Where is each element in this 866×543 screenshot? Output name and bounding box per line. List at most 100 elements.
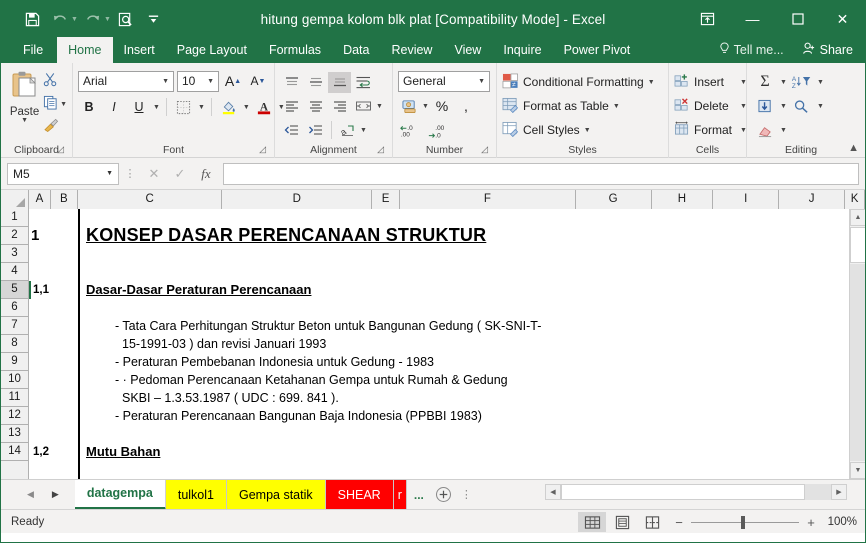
row-header-10[interactable]: 10 xyxy=(1,371,28,389)
sheet-tabs-overflow[interactable]: ... xyxy=(407,480,431,510)
accounting-format-button[interactable] xyxy=(398,96,420,117)
clipboard-dialog-launcher[interactable]: ◿ xyxy=(57,141,64,157)
cell-c7[interactable]: - Tata Cara Perhitungan Struktur Beton u… xyxy=(115,317,541,335)
sort-and-filter-dropdown-icon[interactable]: ▼ xyxy=(817,79,824,86)
format-cells-dropdown-icon[interactable]: ▼ xyxy=(740,127,747,134)
increase-decimal-button[interactable]: .0 .00 xyxy=(398,121,424,142)
font-size-dropdown-icon[interactable]: ▼ xyxy=(207,78,214,85)
font-name-combo[interactable]: Arial ▼ xyxy=(78,70,174,92)
zoom-in-button[interactable]: + xyxy=(806,515,816,530)
font-name-dropdown-icon[interactable]: ▼ xyxy=(162,78,169,85)
align-right-button[interactable] xyxy=(328,96,351,117)
collapse-ribbon-button[interactable]: ▲ xyxy=(848,142,859,154)
cell-a4[interactable] xyxy=(29,263,50,281)
orientation-button[interactable]: a xyxy=(336,120,359,141)
minimize-button[interactable]: — xyxy=(730,1,775,37)
autosum-button[interactable]: Σ xyxy=(752,72,778,93)
zoom-level-label[interactable]: 100% xyxy=(823,516,857,528)
share-button[interactable]: Share xyxy=(794,37,865,63)
fill-dropdown-icon[interactable]: ▼ xyxy=(780,103,787,110)
row-header-4[interactable]: 4 xyxy=(1,263,28,281)
ribbon-tab-insert[interactable]: Insert xyxy=(113,37,166,63)
find-and-select-button[interactable] xyxy=(789,96,815,117)
font-size-combo[interactable]: 10 ▼ xyxy=(177,70,219,92)
row-header-6[interactable]: 6 xyxy=(1,299,28,317)
page-layout-view-icon[interactable] xyxy=(608,512,636,532)
ribbon-tab-page-layout[interactable]: Page Layout xyxy=(166,37,258,63)
name-box[interactable]: M5 ▼ xyxy=(7,162,119,185)
format-painter-button[interactable] xyxy=(43,117,67,138)
underline-button[interactable]: U xyxy=(128,97,150,118)
increase-indent-button[interactable] xyxy=(304,120,327,141)
column-header-c[interactable]: C xyxy=(77,190,223,209)
close-button[interactable]: ✕ xyxy=(820,1,865,37)
sort-and-filter-button[interactable]: A Z xyxy=(789,72,815,93)
alignment-dialog-launcher[interactable]: ◿ xyxy=(377,141,384,157)
insert-cells-button[interactable]: Insert ▼ xyxy=(674,71,747,93)
cell-a14[interactable]: 1,2 xyxy=(31,443,52,461)
select-all-corner[interactable] xyxy=(1,190,29,209)
font-color-button[interactable]: A xyxy=(253,97,275,118)
cell-c11[interactable]: SKBI – 1.3.53.1987 ( UDC : 699. 841 ). xyxy=(122,389,339,407)
fill-button[interactable] xyxy=(752,96,778,117)
zoom-out-button[interactable]: − xyxy=(674,515,684,530)
ribbon-tab-formulas[interactable]: Formulas xyxy=(258,37,332,63)
find-and-select-dropdown-icon[interactable]: ▼ xyxy=(817,103,824,110)
number-format-combo[interactable]: General ▼ xyxy=(398,70,490,92)
column-header-g[interactable]: G xyxy=(575,190,652,209)
underline-dropdown-icon[interactable]: ▼ xyxy=(153,104,160,111)
vertical-scroll-thumb[interactable] xyxy=(850,227,865,263)
name-box-dropdown-icon[interactable]: ▼ xyxy=(106,170,113,177)
cell-styles-dropdown-icon[interactable]: ▼ xyxy=(584,127,591,134)
format-cells-button[interactable]: Format ▼ xyxy=(674,119,747,141)
accounting-dropdown-icon[interactable]: ▼ xyxy=(422,103,429,110)
confirm-entry-button[interactable]: ✓ xyxy=(167,163,193,185)
row-header-9[interactable]: 9 xyxy=(1,353,28,371)
redo-dropdown-icon[interactable]: ▼ xyxy=(104,16,111,23)
normal-view-icon[interactable] xyxy=(578,512,606,532)
column-header-h[interactable]: H xyxy=(651,190,714,209)
scroll-up-icon[interactable]: ▲ xyxy=(850,209,865,226)
vertical-scrollbar[interactable]: ▲ ▼ xyxy=(849,209,865,479)
sheet-tab-split-handle[interactable]: ⋮ xyxy=(457,488,476,501)
save-icon[interactable] xyxy=(19,6,45,32)
cell-a5[interactable]: 1,1 xyxy=(31,281,52,299)
column-header-d[interactable]: D xyxy=(222,190,373,209)
cell-a13[interactable] xyxy=(29,425,50,443)
cell-a3[interactable] xyxy=(29,245,50,263)
row-header-14[interactable]: 14 xyxy=(1,443,28,461)
bold-button[interactable]: B xyxy=(78,97,100,118)
clear-dropdown-icon[interactable]: ▼ xyxy=(780,127,787,134)
row-header-12[interactable]: 12 xyxy=(1,407,28,425)
paste-button[interactable]: Paste ▼ xyxy=(6,67,43,124)
cell-c8[interactable]: 15-1991-03 ) dan revisi Januari 1993 xyxy=(122,335,326,353)
cell-a2[interactable]: 1 xyxy=(29,227,50,245)
column-header-j[interactable]: J xyxy=(779,190,846,209)
ribbon-display-options-icon[interactable] xyxy=(685,1,730,37)
cell-c5[interactable]: Dasar-Dasar Peraturan Perencanaan xyxy=(86,281,311,299)
insert-cells-dropdown-icon[interactable]: ▼ xyxy=(740,79,747,86)
page-break-preview-icon[interactable] xyxy=(638,512,666,532)
decrease-decimal-button[interactable]: .00 .0 xyxy=(426,121,452,142)
wrap-text-button[interactable] xyxy=(352,72,375,93)
formula-input[interactable] xyxy=(223,162,859,185)
fill-color-dropdown-icon[interactable]: ▼ xyxy=(243,104,250,111)
decrease-indent-button[interactable] xyxy=(280,120,303,141)
sheet-tab-shear[interactable]: SHEAR xyxy=(325,479,394,510)
vertical-scroll-track[interactable] xyxy=(850,264,865,461)
undo-dropdown-icon[interactable]: ▼ xyxy=(71,16,78,23)
sheet-tab-tulkol1[interactable]: tulkol1 xyxy=(165,479,227,510)
ribbon-tab-view[interactable]: View xyxy=(443,37,492,63)
column-header-k[interactable]: K xyxy=(845,190,865,209)
zoom-slider[interactable] xyxy=(691,515,799,529)
ribbon-tab-data[interactable]: Data xyxy=(332,37,380,63)
first-sheet-icon[interactable]: ◀ xyxy=(27,489,34,500)
row-header-8[interactable]: 8 xyxy=(1,335,28,353)
format-as-table-dropdown-icon[interactable]: ▼ xyxy=(613,103,620,110)
increase-font-size-button[interactable]: A ▲ xyxy=(222,71,244,92)
horizontal-scroll-thumb[interactable] xyxy=(561,484,805,500)
insert-function-button[interactable]: fx xyxy=(193,163,219,185)
ribbon-tab-home[interactable]: Home xyxy=(57,37,113,63)
font-dialog-launcher[interactable]: ◿ xyxy=(259,141,266,157)
cell-a6[interactable] xyxy=(29,299,50,317)
